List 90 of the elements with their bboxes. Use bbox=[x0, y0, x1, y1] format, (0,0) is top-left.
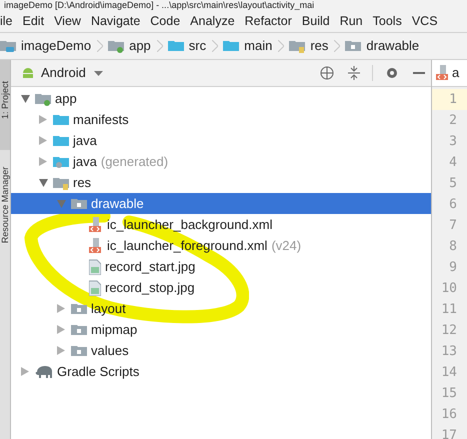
tree-item[interactable]: mipmap bbox=[11, 319, 431, 340]
resource-folder-icon bbox=[289, 39, 306, 53]
tree-item[interactable]: app bbox=[11, 88, 431, 109]
folder-icon bbox=[71, 302, 87, 316]
settings-icon[interactable] bbox=[385, 66, 399, 80]
resource-folder-icon bbox=[53, 176, 69, 190]
menu-item[interactable]: View bbox=[54, 12, 81, 30]
folder-icon bbox=[53, 112, 69, 126]
line-number: 7 bbox=[449, 216, 457, 235]
folder-icon bbox=[345, 39, 362, 53]
tree-item[interactable]: java (generated) bbox=[11, 151, 431, 172]
menu-item[interactable]: ile bbox=[0, 12, 13, 30]
module-folder-icon bbox=[35, 92, 51, 106]
view-selector[interactable]: Android bbox=[41, 63, 86, 83]
line-number: 16 bbox=[441, 406, 457, 424]
breadcrumb-item[interactable]: main bbox=[244, 36, 272, 56]
line-number: 12 bbox=[441, 322, 457, 340]
line-number: 2 bbox=[449, 112, 457, 130]
line-number: 3 bbox=[449, 132, 457, 151]
expand-arrow-icon[interactable] bbox=[39, 136, 47, 145]
separator-icon bbox=[97, 40, 104, 52]
expand-arrow-icon[interactable] bbox=[39, 115, 47, 124]
generated-folder-icon bbox=[53, 154, 69, 168]
expand-arrow-icon[interactable] bbox=[57, 304, 65, 313]
menu-item[interactable]: Tools bbox=[372, 12, 402, 30]
window-title: imageDemo [D:\Android\imageDemo] - ...\app\src\main\res\layout\activity_mai bbox=[4, 0, 314, 10]
line-number: 9 bbox=[449, 258, 457, 277]
collapse-all-icon[interactable] bbox=[348, 66, 360, 80]
image-file-icon bbox=[89, 258, 101, 274]
line-number: 4 bbox=[449, 154, 457, 172]
line-number: 10 bbox=[441, 280, 457, 298]
expand-arrow-icon[interactable] bbox=[57, 325, 65, 334]
separator-icon bbox=[334, 40, 340, 52]
line-number: 8 bbox=[449, 238, 457, 256]
menu-item[interactable]: Build bbox=[302, 12, 330, 30]
line-number: 5 bbox=[449, 174, 457, 193]
breadcrumb-item[interactable]: imageDemo bbox=[21, 36, 92, 56]
xml-file-icon bbox=[436, 65, 450, 81]
breadcrumb-item[interactable]: src bbox=[188, 36, 206, 56]
folder-icon bbox=[53, 134, 69, 148]
line-number: 15 bbox=[441, 384, 457, 403]
breadcrumb-item[interactable]: drawable bbox=[366, 36, 420, 56]
target-icon[interactable] bbox=[320, 66, 334, 80]
image-file-icon bbox=[89, 280, 101, 296]
editor-tab[interactable]: a bbox=[452, 63, 460, 83]
tree-item[interactable]: manifests bbox=[11, 109, 431, 130]
menu-item[interactable]: Navigate bbox=[90, 12, 140, 30]
expand-arrow-icon[interactable] bbox=[21, 367, 29, 376]
line-number: 17 bbox=[441, 426, 457, 439]
folder-icon bbox=[168, 39, 184, 53]
breadcrumb-item[interactable]: app bbox=[129, 36, 151, 56]
tree-item[interactable]: drawable bbox=[11, 193, 431, 214]
collapse-arrow-icon[interactable] bbox=[20, 94, 30, 102]
xml-file-icon bbox=[89, 238, 103, 254]
collapse-arrow-icon[interactable] bbox=[38, 178, 48, 186]
line-number: 6 bbox=[449, 196, 457, 214]
tree-item[interactable]: java bbox=[11, 130, 431, 151]
folder-icon bbox=[223, 39, 240, 53]
separator-icon bbox=[156, 40, 163, 52]
tree-item[interactable]: Gradle Scripts bbox=[11, 361, 431, 382]
menu-item[interactable]: Edit bbox=[22, 12, 44, 30]
tree-item[interactable]: record_stop.jpg bbox=[11, 277, 431, 298]
menu-item[interactable]: VCS bbox=[412, 12, 438, 30]
folder-icon bbox=[0, 39, 16, 53]
tree-item[interactable]: layout bbox=[11, 298, 431, 319]
menu-item[interactable]: Run bbox=[340, 12, 363, 30]
tree-item[interactable]: values bbox=[11, 340, 431, 361]
menu-item[interactable]: Analyze bbox=[190, 12, 235, 30]
dropdown-arrow-icon[interactable] bbox=[94, 70, 103, 76]
line-number: 1 bbox=[449, 90, 457, 109]
line-number: 14 bbox=[441, 364, 457, 382]
tree-item[interactable]: record_start.jpg bbox=[11, 256, 431, 277]
folder-icon bbox=[71, 322, 87, 336]
folder-icon bbox=[71, 196, 87, 210]
side-tab[interactable]: Resource Manager bbox=[0, 160, 10, 250]
android-icon bbox=[21, 66, 35, 80]
separator-icon bbox=[278, 40, 284, 52]
folder-icon bbox=[71, 344, 87, 358]
xml-file-icon bbox=[89, 216, 103, 232]
expand-arrow-icon[interactable] bbox=[39, 157, 47, 166]
line-number: 11 bbox=[441, 300, 457, 319]
line-number: 13 bbox=[441, 342, 457, 361]
expand-arrow-icon[interactable] bbox=[57, 346, 65, 355]
menu-item[interactable]: Refactor bbox=[244, 12, 292, 30]
elephant-icon bbox=[35, 364, 53, 378]
menu-item[interactable]: Code bbox=[150, 12, 180, 30]
separator-icon bbox=[212, 40, 218, 52]
breadcrumb-item[interactable]: res bbox=[310, 36, 328, 56]
tree-item[interactable]: res bbox=[11, 172, 431, 193]
module-folder-icon bbox=[108, 39, 124, 53]
